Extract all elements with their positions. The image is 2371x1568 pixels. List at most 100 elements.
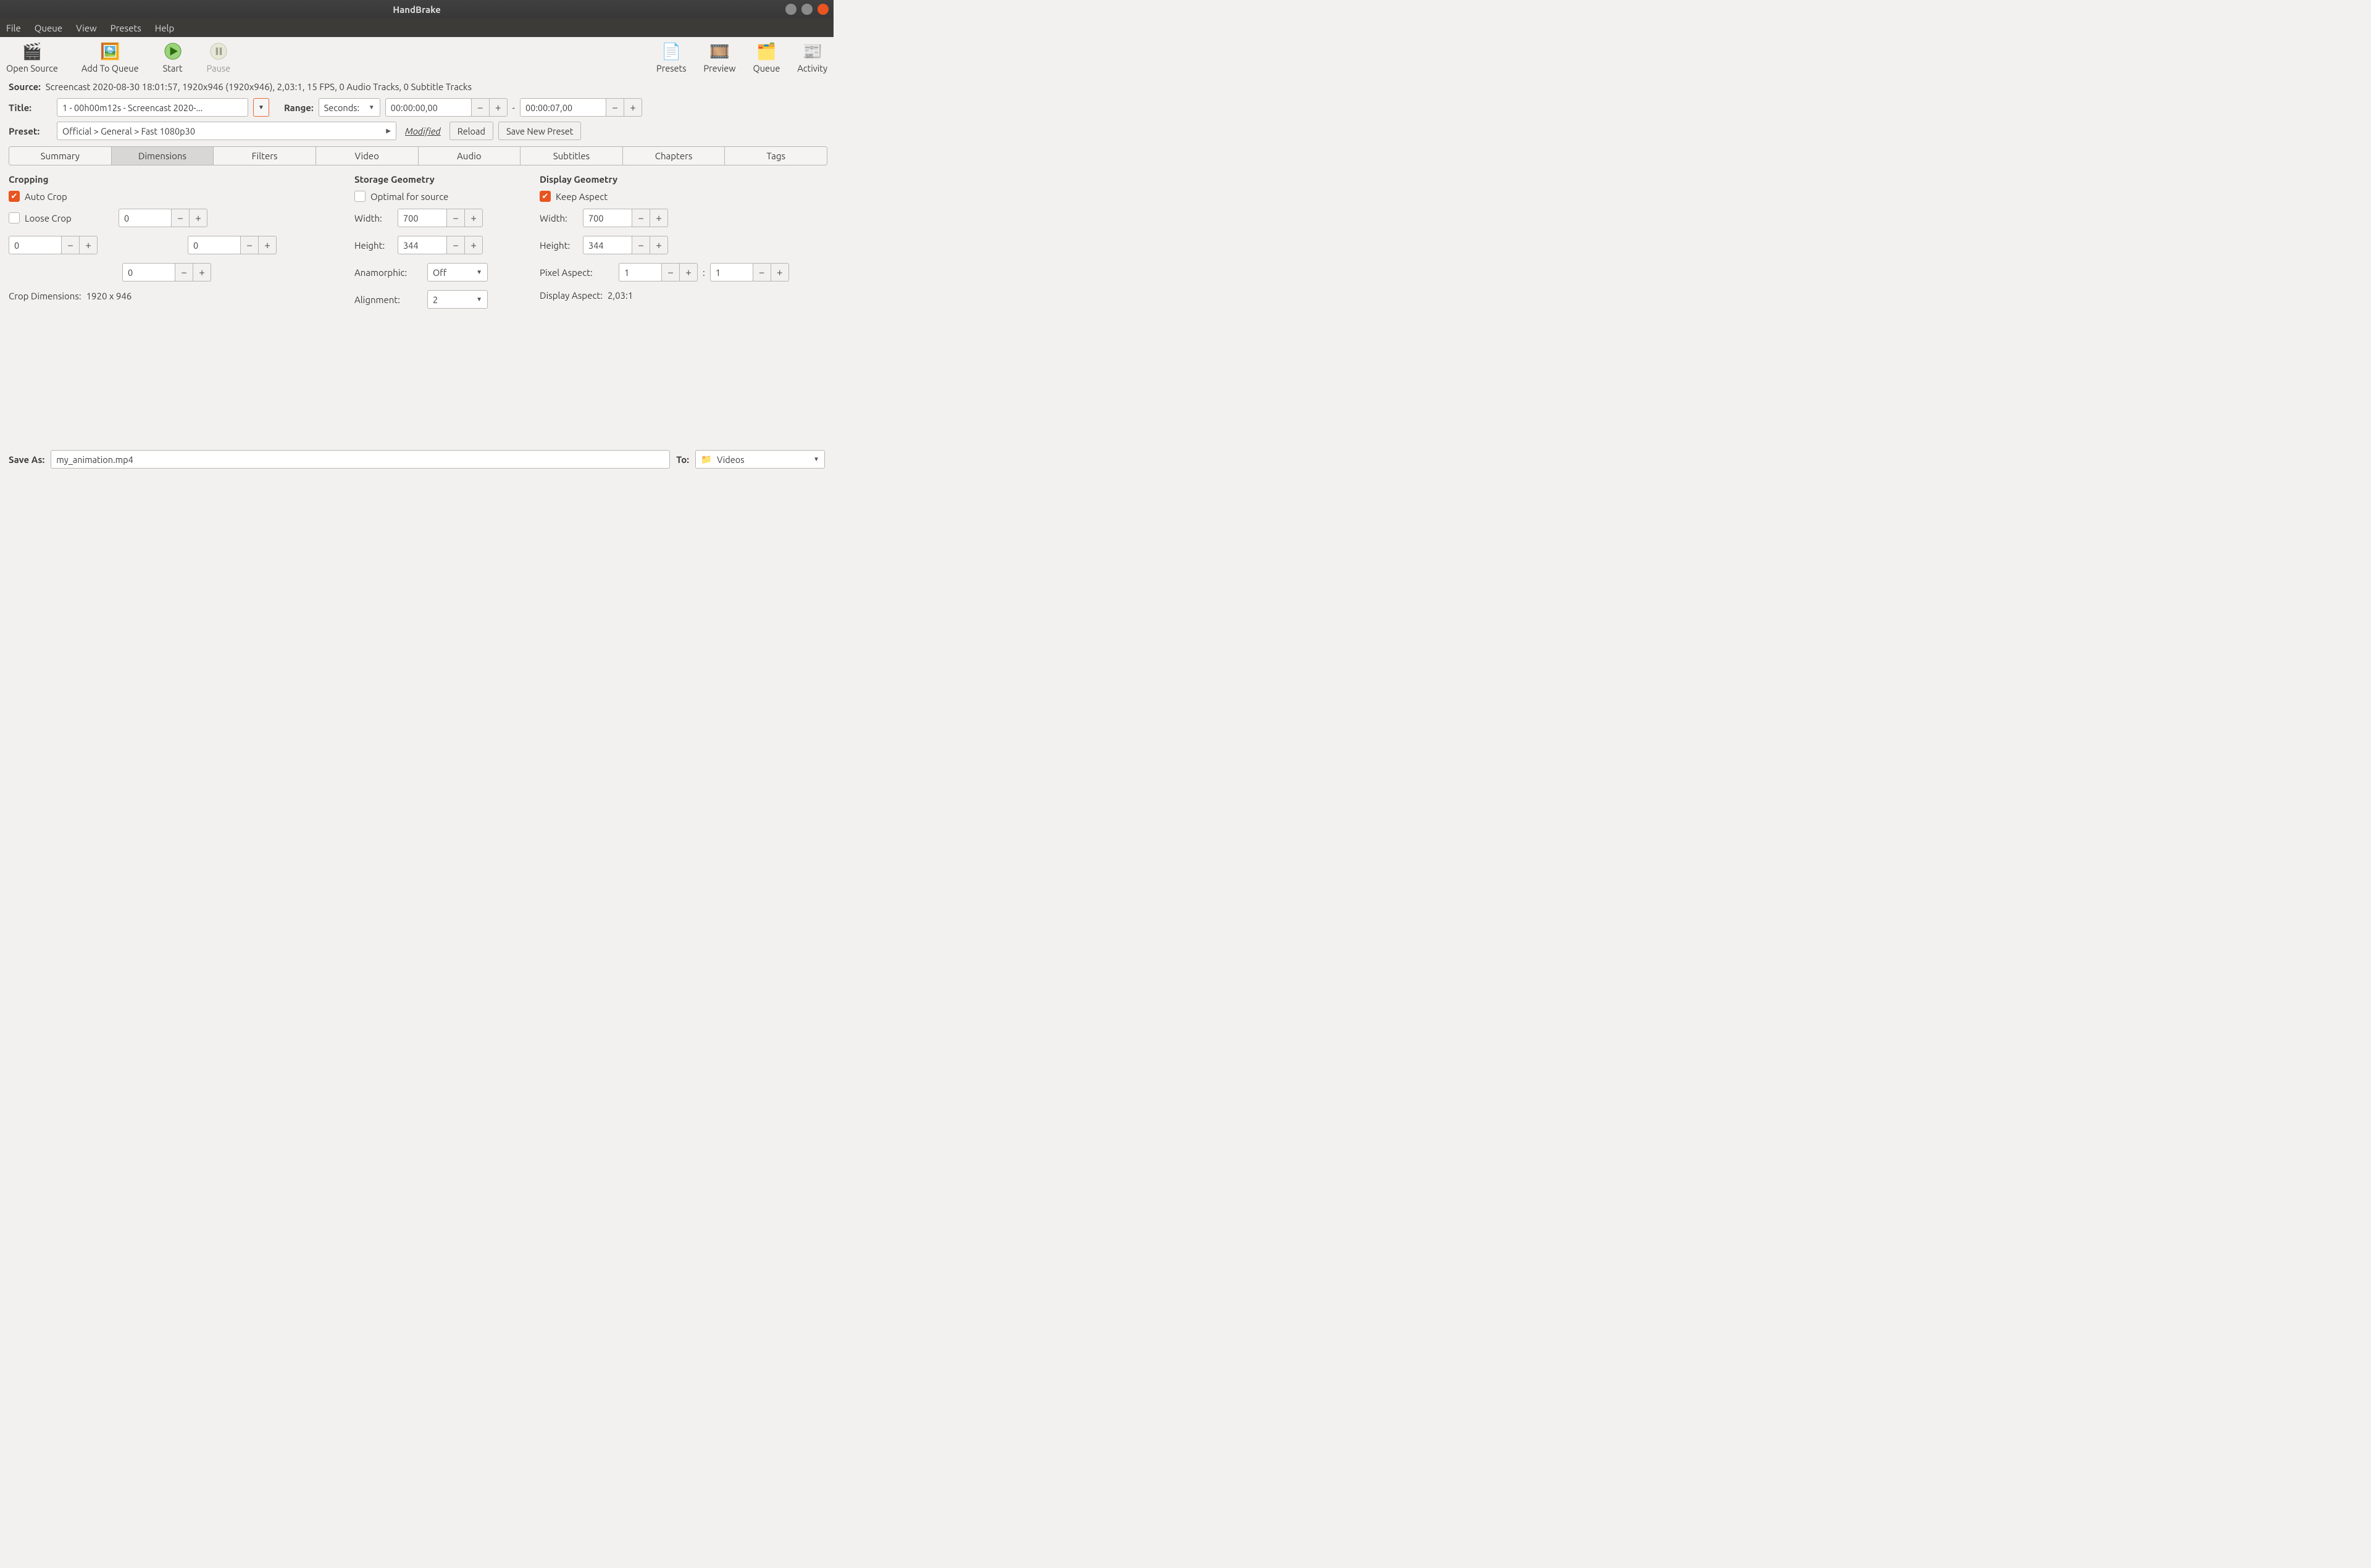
storage-width-field[interactable] [398, 209, 447, 227]
minus-icon[interactable]: − [632, 236, 650, 254]
tab-chapters[interactable]: Chapters [623, 147, 726, 165]
optimal-for-source-checkbox[interactable]: Optimal for source [354, 191, 521, 202]
window-maximize-icon[interactable] [801, 4, 813, 15]
range-end-spin[interactable]: −+ [520, 98, 642, 117]
save-new-preset-button[interactable]: Save New Preset [498, 122, 582, 140]
alignment-combo[interactable]: 2▼ [427, 290, 488, 309]
par-denominator-spin[interactable]: −+ [710, 263, 789, 281]
pause-label: Pause [207, 63, 231, 73]
minus-icon[interactable]: − [661, 263, 680, 281]
preview-button[interactable]: 🎞️ Preview [704, 42, 736, 73]
minus-icon[interactable]: − [61, 236, 80, 254]
minus-icon[interactable]: − [446, 209, 465, 227]
save-as-label: Save As: [9, 454, 44, 465]
range-start-spin[interactable]: −+ [385, 98, 508, 117]
range-start-field[interactable] [385, 98, 472, 117]
menu-view[interactable]: View [76, 23, 97, 33]
tab-tags[interactable]: Tags [725, 147, 827, 165]
keep-aspect-checkbox[interactable]: ✔ Keep Aspect [540, 191, 827, 202]
preset-modified-label: Modified [405, 126, 441, 136]
plus-icon[interactable]: + [650, 209, 668, 227]
menu-presets[interactable]: Presets [111, 23, 141, 33]
save-as-field[interactable] [51, 450, 670, 469]
range-end-field[interactable] [520, 98, 606, 117]
minus-icon[interactable]: − [171, 209, 190, 227]
keep-aspect-label: Keep Aspect [556, 191, 608, 202]
caret-right-icon: ▶ [386, 127, 391, 135]
tab-video[interactable]: Video [316, 147, 419, 165]
minus-icon[interactable]: − [240, 236, 259, 254]
menu-help[interactable]: Help [155, 23, 174, 33]
auto-crop-checkbox[interactable]: ✔ Auto Crop [9, 191, 336, 202]
crop-top-spin[interactable]: −+ [119, 209, 207, 227]
par-numerator-spin[interactable]: −+ [619, 263, 698, 281]
storage-height-field[interactable] [398, 236, 447, 254]
destination-combo[interactable]: 📁Videos ▼ [695, 450, 825, 469]
activity-button[interactable]: 📰 Activity [797, 42, 827, 73]
menu-queue[interactable]: Queue [35, 23, 62, 33]
optimal-label: Optimal for source [370, 191, 448, 202]
plus-icon[interactable]: + [464, 236, 483, 254]
crop-dims-value: 1920 x 946 [86, 291, 132, 301]
cropping-header: Cropping [9, 174, 336, 185]
titlebar: HandBrake [0, 0, 834, 19]
minus-icon[interactable]: − [606, 98, 624, 117]
display-width-spin[interactable]: −+ [583, 209, 668, 227]
storage-height-spin[interactable]: −+ [398, 236, 483, 254]
crop-bottom-spin[interactable]: −+ [122, 263, 211, 281]
crop-left-spin[interactable]: −+ [9, 236, 98, 254]
queue-button[interactable]: 🗂️ Queue [753, 42, 780, 73]
alignment-value: 2 [433, 294, 438, 305]
preset-combo[interactable]: Official > General > Fast 1080p30 ▶ [57, 122, 396, 140]
caret-down-icon: ▼ [476, 296, 482, 303]
tab-subtitles[interactable]: Subtitles [521, 147, 623, 165]
storage-width-spin[interactable]: −+ [398, 209, 483, 227]
tab-dimensions[interactable]: Dimensions [112, 147, 214, 165]
par-separator: : [703, 267, 705, 278]
open-source-button[interactable]: 🎬 Open Source [6, 42, 58, 73]
anamorphic-combo[interactable]: Off▼ [427, 263, 488, 281]
title-field[interactable] [57, 98, 248, 117]
plus-icon[interactable]: + [489, 98, 508, 117]
preview-icon: 🎞️ [709, 42, 730, 60]
minus-icon[interactable]: − [753, 263, 771, 281]
tab-audio[interactable]: Audio [419, 147, 521, 165]
loose-crop-checkbox[interactable]: Loose Crop [9, 212, 114, 223]
plus-icon[interactable]: + [193, 263, 211, 281]
menu-file[interactable]: File [6, 23, 21, 33]
minus-icon[interactable]: − [632, 209, 650, 227]
toolbar: 🎬 Open Source 🖼️ Add To Queue Start Paus… [0, 37, 834, 77]
display-height-spin[interactable]: −+ [583, 236, 668, 254]
minus-icon[interactable]: − [175, 263, 193, 281]
title-dropdown-button[interactable]: ▼ [253, 98, 269, 117]
plus-icon[interactable]: + [650, 236, 668, 254]
start-button[interactable]: Start [162, 42, 183, 73]
tab-summary[interactable]: Summary [9, 147, 112, 165]
pause-icon [208, 42, 229, 60]
plus-icon[interactable]: + [624, 98, 642, 117]
add-to-queue-label: Add To Queue [82, 63, 139, 73]
plus-icon[interactable]: + [258, 236, 277, 254]
window-minimize-icon[interactable] [785, 4, 797, 15]
checkbox-checked-icon: ✔ [9, 191, 20, 202]
alignment-label: Alignment: [354, 294, 422, 305]
add-to-queue-button[interactable]: 🖼️ Add To Queue [82, 42, 139, 73]
crop-right-spin[interactable]: −+ [188, 236, 277, 254]
reload-preset-button[interactable]: Reload [450, 122, 493, 140]
crop-top-field [119, 209, 172, 227]
plus-icon[interactable]: + [79, 236, 98, 254]
plus-icon[interactable]: + [771, 263, 789, 281]
clapboard-icon: 🎬 [22, 42, 43, 60]
window-close-icon[interactable] [818, 4, 829, 15]
presets-button[interactable]: 📄 Presets [656, 42, 686, 73]
minus-icon[interactable]: − [446, 236, 465, 254]
preset-value: Official > General > Fast 1080p30 [62, 126, 195, 136]
minus-icon[interactable]: − [471, 98, 490, 117]
range-mode-combo[interactable]: Seconds:▼ [319, 98, 380, 117]
tab-filters[interactable]: Filters [214, 147, 316, 165]
plus-icon[interactable]: + [464, 209, 483, 227]
crop-dims-label: Crop Dimensions: [9, 291, 82, 301]
plus-icon[interactable]: + [679, 263, 698, 281]
plus-icon[interactable]: + [189, 209, 207, 227]
display-width-field [583, 209, 632, 227]
